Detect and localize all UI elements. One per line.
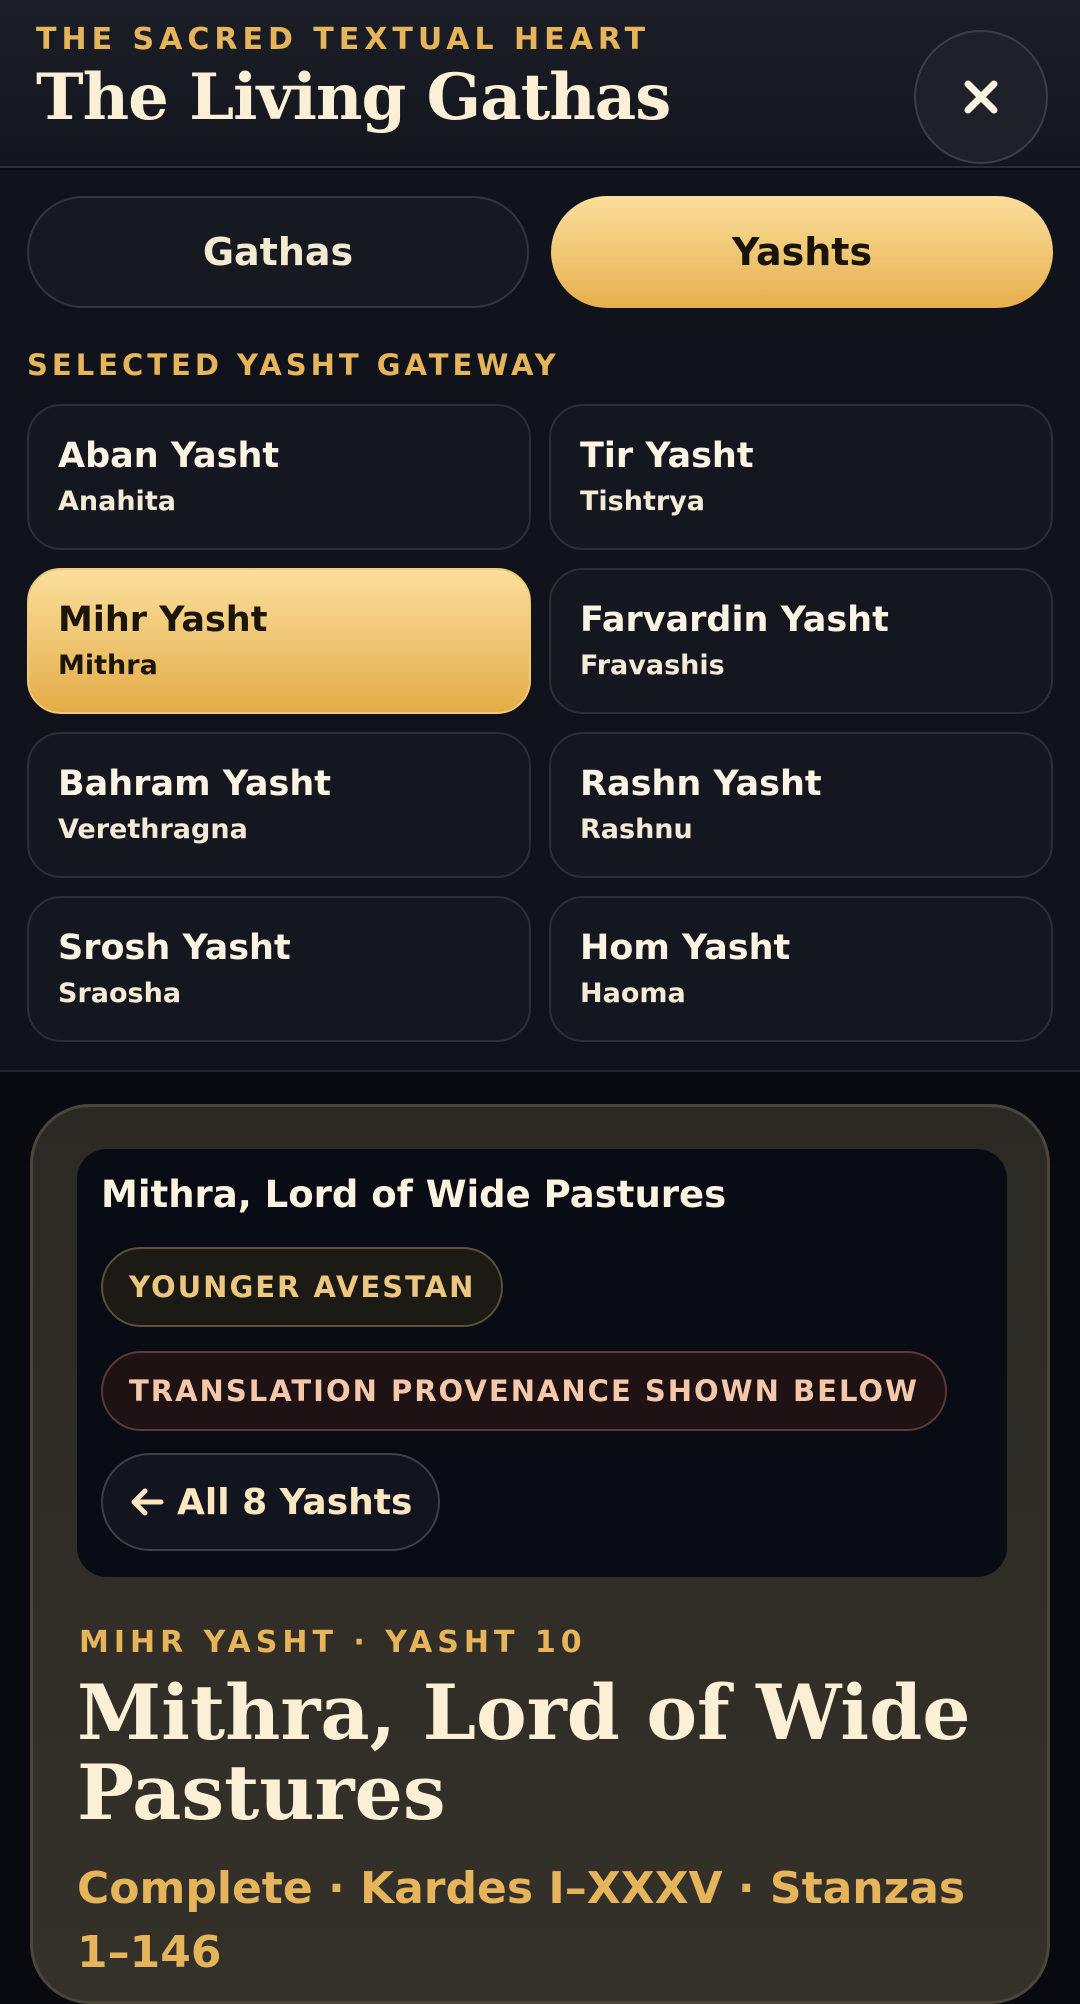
yasht-card-deity: Haoma	[580, 978, 686, 1009]
gateway-section-label: SELECTED YASHT GATEWAY	[27, 348, 560, 382]
arrow-left-icon	[131, 1488, 164, 1516]
close-icon	[964, 80, 998, 114]
yasht-card-aban[interactable]: Aban Yasht Anahita	[27, 404, 531, 550]
yasht-card-farvardin[interactable]: Farvardin Yasht Fravashis	[549, 568, 1053, 714]
yasht-card-name: Rashn Yasht	[580, 764, 822, 804]
close-button[interactable]	[914, 30, 1048, 164]
yasht-detail-panel: Mithra, Lord of Wide Pastures YOUNGER AV…	[30, 1104, 1050, 2004]
yasht-card-deity: Fravashis	[580, 650, 725, 681]
yasht-card-deity: Mithra	[58, 650, 158, 681]
yasht-card-deity: Verethragna	[58, 814, 248, 845]
yasht-card-tir[interactable]: Tir Yasht Tishtrya	[549, 404, 1053, 550]
era-badge: YOUNGER AVESTAN	[101, 1247, 504, 1327]
yasht-scope: Complete · Kardes I–XXXV · Stanzas 1–146	[77, 1863, 966, 1978]
yasht-card-bahram[interactable]: Bahram Yasht Verethragna	[27, 732, 531, 878]
tab-yashts[interactable]: Yashts	[551, 196, 1053, 308]
yasht-card-name: Mihr Yasht	[58, 600, 268, 640]
all-yashts-label: All 8 Yashts	[177, 1481, 413, 1523]
yasht-summary-card: Mithra, Lord of Wide Pastures YOUNGER AV…	[77, 1149, 1007, 1577]
yasht-card-name: Tir Yasht	[580, 436, 754, 476]
yasht-card-mihr[interactable]: Mihr Yasht Mithra	[27, 568, 531, 714]
yasht-selector: Gathas Yashts SELECTED YASHT GATEWAY Aba…	[0, 170, 1080, 1072]
yasht-card-hom[interactable]: Hom Yasht Haoma	[549, 896, 1053, 1042]
yasht-card-deity: Sraosha	[58, 978, 182, 1009]
yasht-card-name: Aban Yasht	[58, 436, 280, 476]
yasht-card-name: Bahram Yasht	[58, 764, 331, 804]
provenance-badge: TRANSLATION PROVENANCE SHOWN BELOW	[101, 1351, 948, 1431]
yasht-card-deity: Tishtrya	[580, 486, 706, 517]
yasht-kicker: MIHR YASHT · YASHT 10	[79, 1625, 587, 1660]
app-header: THE SACRED TEXTUAL HEART The Living Gath…	[0, 0, 1080, 168]
summary-title: Mithra, Lord of Wide Pastures	[101, 1173, 727, 1216]
page-title: The Living Gathas	[36, 60, 671, 135]
yasht-card-rashn[interactable]: Rashn Yasht Rashnu	[549, 732, 1053, 878]
yasht-card-deity: Anahita	[58, 486, 176, 517]
header-eyebrow: THE SACRED TEXTUAL HEART	[36, 22, 651, 57]
all-yashts-button[interactable]: All 8 Yashts	[101, 1453, 441, 1551]
yasht-card-name: Srosh Yasht	[58, 928, 291, 968]
yasht-card-deity: Rashnu	[580, 814, 693, 845]
tab-gathas[interactable]: Gathas	[27, 196, 529, 308]
yasht-card-name: Hom Yasht	[580, 928, 791, 968]
yasht-card-name: Farvardin Yasht	[580, 600, 889, 640]
yasht-title: Mithra, Lord of Wide Pastures	[77, 1668, 971, 1837]
yasht-card-srosh[interactable]: Srosh Yasht Sraosha	[27, 896, 531, 1042]
